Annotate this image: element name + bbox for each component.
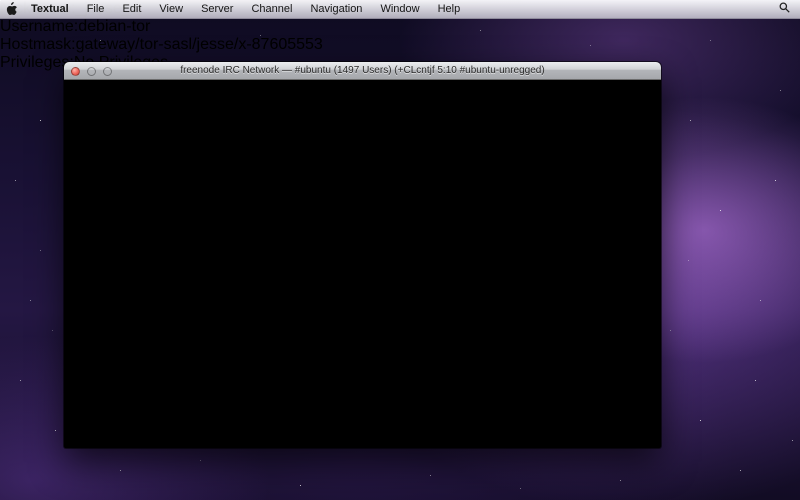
group-name: Mibbit IRC Network	[80, 406, 218, 423]
zoom-button[interactable]	[103, 67, 112, 76]
network-group-untitled-connection[interactable]: ▶Untitled Connection	[64, 386, 661, 406]
sidebar-item-ubuntu[interactable]: #ubuntu	[64, 368, 661, 386]
sidebar-item-besttechie[interactable]: #besttechie	[64, 98, 661, 116]
tooltip-row: Username:debian-tor	[0, 18, 800, 36]
menu-item-textual[interactable]: Textual	[22, 3, 78, 15]
sidebar-item-MacOSX[interactable]: #MacOSX	[64, 314, 661, 332]
title-bar[interactable]: freenode IRC Network — #ubuntu (1497 Use…	[64, 62, 661, 80]
menu-item-edit[interactable]: Edit	[113, 3, 150, 15]
sidebar-item-apple[interactable]: ##apple	[64, 260, 661, 278]
sidebar-item-textual-dev[interactable]: #textual-dev	[64, 188, 661, 206]
disclosure-open-icon[interactable]: ▼	[64, 242, 80, 259]
tooltip-value: debian-tor	[78, 18, 150, 35]
apple-menu-icon[interactable]	[0, 2, 22, 16]
network-group-wyldryde-irc-network[interactable]: ▼WyldRyde IRC Network	[64, 80, 661, 98]
disclosure-closed-icon[interactable]: ▶	[64, 388, 76, 405]
menu-item-navigation[interactable]: Navigation	[301, 3, 371, 15]
minimize-button[interactable]	[87, 67, 96, 76]
sidebar-item-reddit[interactable]: #reddit	[64, 350, 661, 368]
disclosure-open-icon[interactable]: ▼	[64, 80, 80, 97]
menu-item-server[interactable]: Server	[192, 3, 242, 15]
menu-item-view[interactable]: View	[150, 3, 192, 15]
group-name: Freenode IRC Network	[80, 242, 244, 259]
tooltip-label: Username:	[0, 18, 78, 35]
close-button[interactable]	[71, 67, 80, 76]
menu-item-file[interactable]: File	[78, 3, 114, 15]
tooltip-label: Hostmask:	[0, 36, 76, 53]
group-name: Untitled Connection	[76, 388, 216, 405]
group-name: WyldRyde IRC Network	[80, 80, 248, 97]
tooltip-label: Privileges:	[0, 54, 74, 71]
menu-item-channel[interactable]: Channel	[242, 3, 301, 15]
sidebar-item-mac[interactable]: ##mac	[64, 278, 661, 296]
sidebar-item-mibbit[interactable]: #mibbit	[64, 442, 661, 448]
sidebar-item-help[interactable]: #help	[64, 134, 661, 152]
textual-window: freenode IRC Network — #ubuntu (1497 Use…	[64, 62, 661, 448]
sidebar-item-help[interactable]: #help	[64, 424, 661, 442]
tooltip-row: Hostmask:gateway/tor-sasl/jesse/x-876055…	[0, 36, 800, 54]
sidebar-item-TreeOfSouls[interactable]: #TreeOfSouls	[64, 224, 661, 242]
menu-item-help[interactable]: Help	[429, 3, 470, 15]
sidebar-item-github[interactable]: #github	[64, 296, 661, 314]
sidebar-item-mandy[interactable]: #mandy	[64, 152, 661, 170]
tooltip-value: gateway/tor-sasl/jesse/x-87605553	[76, 36, 323, 53]
menu-bar: TextualFileEditViewServerChannelNavigati…	[0, 0, 800, 19]
spotlight-icon[interactable]	[779, 2, 790, 16]
channel-sidebar: ▼WyldRyde IRC Network#besttechie#carlyje…	[64, 80, 661, 448]
sidebar-item-thetechbuzz[interactable]: #thetechbuzz	[64, 206, 661, 224]
network-group-mibbit-irc-network[interactable]: ▼Mibbit IRC Network	[64, 406, 661, 424]
sidebar-item-carlyjean[interactable]: #carlyjean	[64, 116, 661, 134]
network-group-freenode-irc-network[interactable]: ▼Freenode IRC Network	[64, 242, 661, 260]
menu-item-window[interactable]: Window	[371, 3, 428, 15]
sidebar-item-textual[interactable]: #textual	[64, 170, 661, 188]
disclosure-open-icon[interactable]: ▼	[64, 406, 80, 423]
window-title: freenode IRC Network — #ubuntu (1497 Use…	[180, 65, 544, 76]
sidebar-item-macosxdev[interactable]: #macosxdev	[64, 332, 661, 350]
